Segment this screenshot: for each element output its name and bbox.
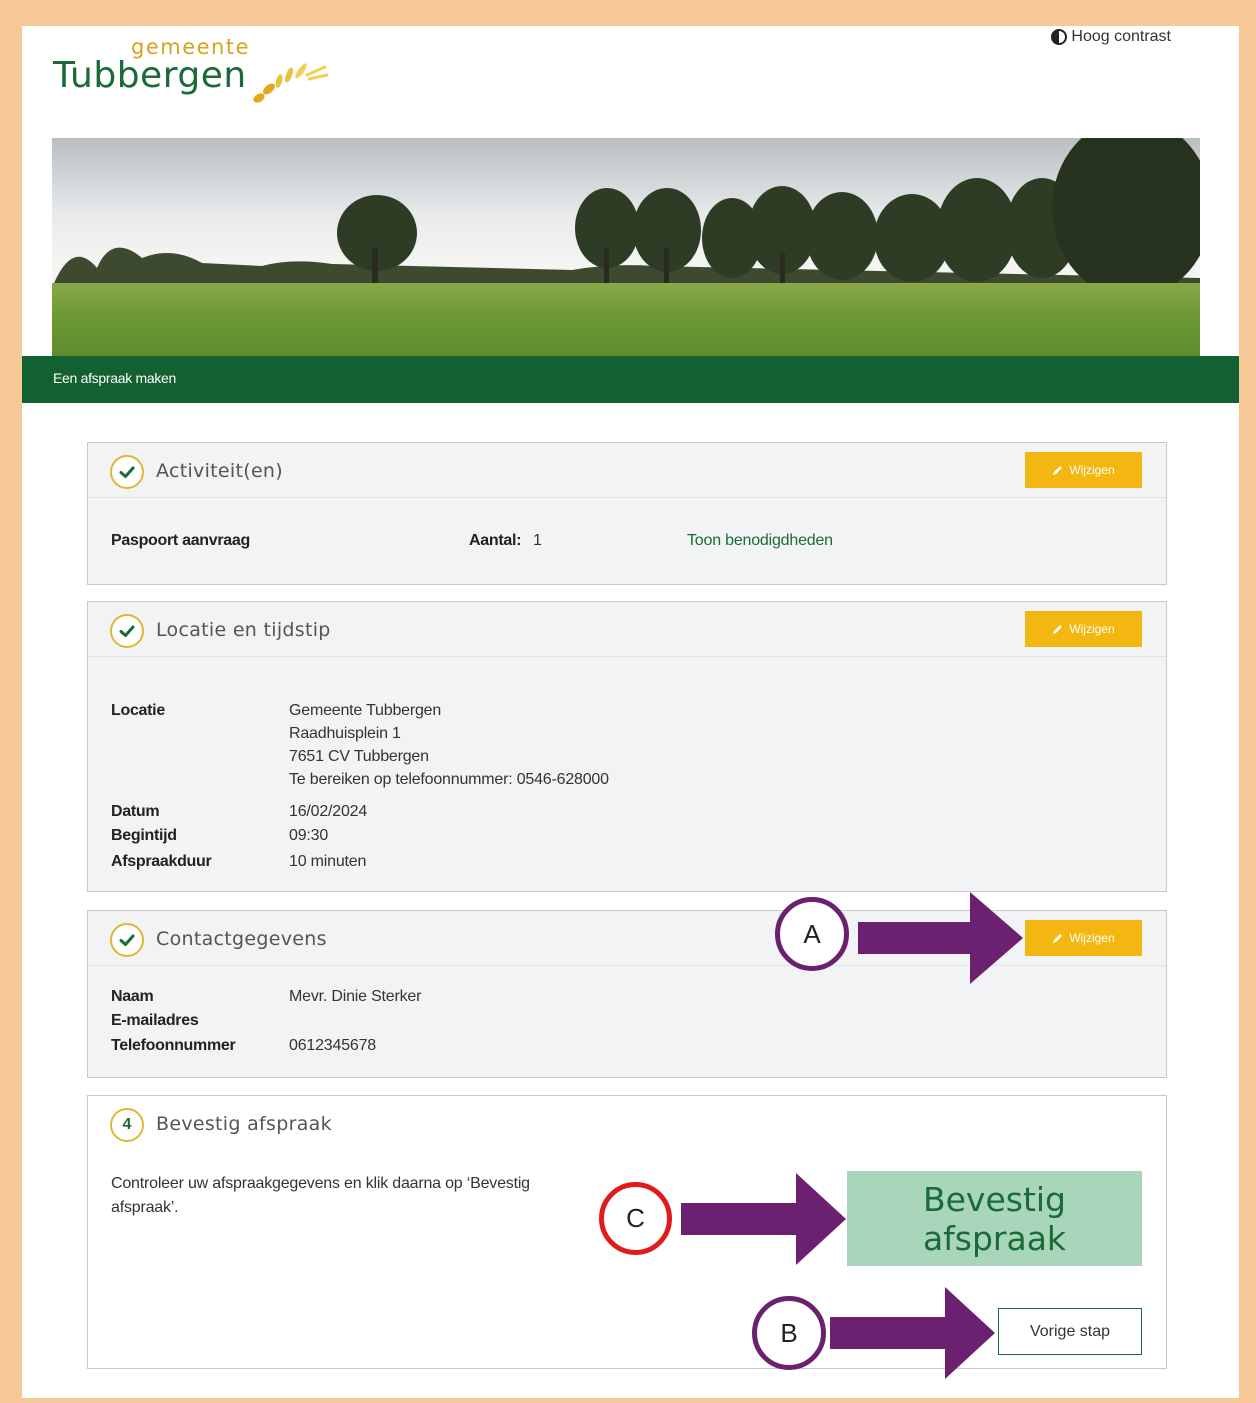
annotation-marker-c: C — [599, 1182, 672, 1255]
logo-title: Tubbergen — [53, 55, 247, 96]
annotation-arrow-b — [830, 1287, 995, 1379]
date-label: Datum — [111, 803, 160, 820]
high-contrast-label: Hoog contrast — [1071, 28, 1171, 45]
pencil-icon — [1053, 466, 1063, 475]
location-line: Raadhuisplein 1 — [289, 725, 401, 742]
marker-c-label: C — [626, 1203, 645, 1233]
location-line: 7651 CV Tubbergen — [289, 748, 429, 765]
annotation-arrow-a — [858, 892, 1023, 984]
confirm-appointment-button[interactable]: Bevestig afspraak — [847, 1171, 1142, 1266]
step-number: 4 — [110, 1108, 144, 1142]
previous-step-button[interactable]: Vorige stap — [998, 1308, 1142, 1355]
check-icon — [110, 455, 144, 489]
confirm-title: Bevestig afspraak — [156, 1113, 332, 1135]
requirements-link[interactable]: Toon benodigdheden — [687, 532, 833, 550]
duration-label: Afspraakduur — [111, 853, 212, 870]
date-value: 16/02/2024 — [289, 803, 368, 820]
check-icon — [110, 614, 144, 648]
marker-a-label: A — [803, 918, 821, 949]
edit-label: Wijzigen — [1069, 622, 1115, 636]
name-value: Mevr. Dinie Sterker — [289, 988, 422, 1005]
activities-title: Activiteit(en) — [156, 460, 283, 482]
name-label: Naam — [111, 988, 154, 1005]
contrast-icon — [1051, 29, 1068, 45]
activities-panel: Activiteit(en) Wijzigen Paspoort aanvraa… — [87, 442, 1167, 585]
start-time-label: Begintijd — [111, 827, 177, 844]
municipality-logo[interactable]: gemeente Tubbergen — [53, 35, 343, 115]
phone-value: 0612345678 — [289, 1037, 376, 1054]
confirm-instruction: Controleer uw afspraakgegevens en klik d… — [111, 1175, 530, 1216]
annotation-marker-a: A — [775, 897, 849, 971]
edit-location-button[interactable]: Wijzigen — [1025, 611, 1142, 647]
email-label: E-mailadres — [111, 1012, 199, 1029]
edit-label: Wijzigen — [1069, 463, 1115, 477]
annotation-arrow-c — [681, 1173, 846, 1265]
location-panel: Locatie en tijdstip Wijzigen Locatie Gem… — [87, 601, 1167, 892]
activity-name: Paspoort aanvraag — [111, 532, 250, 549]
count-label: Aantal: — [469, 532, 522, 549]
location-line: Te bereiken op telefoonnummer: 0546-6280… — [289, 771, 609, 788]
wheat-icon — [253, 63, 329, 103]
duration-value: 10 minuten — [289, 853, 367, 870]
page-title: Een afspraak maken — [53, 370, 177, 386]
phone-label: Telefoonnummer — [111, 1037, 236, 1054]
pencil-icon — [1053, 625, 1063, 634]
page-title-bar: Een afspraak maken — [22, 356, 1239, 403]
activities-header: Activiteit(en) Wijzigen — [88, 443, 1166, 498]
location-label: Locatie — [111, 702, 165, 719]
edit-contact-button[interactable]: Wijzigen — [1025, 920, 1142, 956]
check-icon — [110, 923, 144, 957]
start-time-value: 09:30 — [289, 827, 329, 844]
count-value: 1 — [533, 532, 542, 549]
high-contrast-toggle[interactable]: Hoog contrast — [1051, 28, 1171, 46]
marker-b-label: B — [780, 1317, 798, 1348]
location-line: Gemeente Tubbergen — [289, 702, 442, 719]
pencil-icon — [1053, 934, 1063, 943]
landscape-banner — [52, 138, 1200, 358]
edit-activities-button[interactable]: Wijzigen — [1025, 452, 1142, 488]
location-header: Locatie en tijdstip Wijzigen — [88, 602, 1166, 657]
annotation-marker-b: B — [752, 1296, 826, 1370]
contact-title: Contactgegevens — [156, 928, 327, 950]
location-title: Locatie en tijdstip — [156, 619, 331, 641]
edit-label: Wijzigen — [1069, 931, 1115, 945]
